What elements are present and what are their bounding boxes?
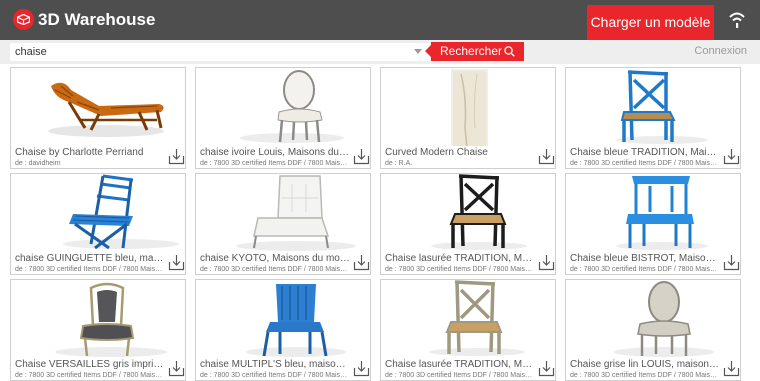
download-icon[interactable] (353, 148, 370, 165)
result-card[interactable]: chaise GUINGUETTE bleu, maisons du monde… (10, 173, 186, 275)
result-title[interactable]: Chaise bleue TRADITION, Maisons du Monde (570, 147, 720, 159)
result-title[interactable]: Chaise bleue BISTROT, Maisons du Monde (570, 253, 720, 265)
download-icon[interactable] (538, 148, 555, 165)
download-icon[interactable] (723, 360, 740, 377)
result-title[interactable]: chaise ivoire Louis, Maisons du Monde (200, 147, 350, 159)
result-card[interactable]: Chaise VERSAILLES gris imprimé, Maisons … (10, 279, 186, 381)
thumb-grey-linen-louis-chair (614, 281, 714, 357)
search-button-label: Rechercher (440, 44, 503, 58)
result-card[interactable]: Chaise lasurée TRADITION, Maisons du Mon… (380, 279, 556, 381)
wifi-menu-icon[interactable] (727, 11, 747, 29)
thumb-blue-cross-back-chair (616, 70, 708, 144)
result-title[interactable]: Chaise lasurée TRADITION, Maisons du Mon… (385, 359, 535, 371)
result-author[interactable]: de : 7800 3D certified Items DDF / 7800 … (385, 371, 535, 380)
thumb-blue-bistro-chair (616, 176, 708, 250)
upload-model-button[interactable]: Charger un modèle (587, 5, 714, 40)
download-icon[interactable] (353, 254, 370, 271)
result-card[interactable]: Chaise bleue TRADITION, Maisons du Monde… (565, 67, 741, 169)
thumb-curved-modern-chaise (451, 69, 488, 146)
result-card[interactable]: chaise KYOTO, Maisons du monde de : 7800… (195, 173, 371, 275)
download-icon[interactable] (168, 254, 185, 271)
thumb-wooden-chaise-longue (48, 82, 164, 137)
download-icon[interactable] (538, 254, 555, 271)
top-bar: 3D Warehouse Charger un modèle (0, 0, 760, 40)
search-button[interactable]: Rechercher (425, 42, 524, 61)
result-author[interactable]: de : 7800 3D certified Items DDF / 7800 … (200, 159, 350, 168)
search-dropdown-arrow-icon[interactable] (414, 49, 422, 54)
thumb-ivory-medallion-chair (240, 70, 344, 143)
brand-name[interactable]: 3D Warehouse (38, 10, 155, 30)
thumb-blue-folding-chair (63, 174, 179, 250)
download-icon[interactable] (723, 254, 740, 271)
download-icon[interactable] (723, 148, 740, 165)
result-title[interactable]: chaise GUINGUETTE bleu, maisons du monde (15, 253, 165, 265)
result-card[interactable]: Chaise grise lin LOUIS, maisons du monde… (565, 279, 741, 381)
result-author[interactable]: de : 7800 3D certified Items DDF / 7800 … (200, 371, 350, 380)
result-author[interactable]: de : 7800 3D certified Items DDF / 7800 … (200, 265, 350, 274)
thumb-black-cross-back-chair (431, 174, 527, 250)
result-title[interactable]: Chaise VERSAILLES gris imprimé, Maisons … (15, 359, 165, 371)
result-title[interactable]: Chaise by Charlotte Perriand (15, 147, 165, 159)
result-author[interactable]: de : 7800 3D certified Items DDF / 7800 … (15, 265, 165, 274)
result-card[interactable]: Chaise bleue BISTROT, Maisons du Monde d… (565, 173, 741, 275)
result-title[interactable]: Chaise grise lin LOUIS, maisons du monde (570, 359, 720, 371)
result-title[interactable]: chaise KYOTO, Maisons du monde (200, 253, 350, 265)
result-card[interactable]: chaise ivoire Louis, Maisons du Monde de… (195, 67, 371, 169)
result-author[interactable]: de : R.A. (385, 159, 535, 168)
search-input[interactable] (10, 43, 430, 61)
result-card[interactable]: Chaise lasurée TRADITION, Maisons du Mon… (380, 173, 556, 275)
box-icon (17, 14, 30, 25)
result-author[interactable]: de : 7800 3D certified Items DDF / 7800 … (385, 265, 535, 274)
result-card[interactable]: chaise MULTIPL'S bleu, maisons du monde … (195, 279, 371, 381)
result-title[interactable]: Chaise lasurée TRADITION, Maisons du Mon… (385, 253, 535, 265)
result-author[interactable]: de : 7800 3D certified Items DDF / 7800 … (15, 371, 165, 380)
result-author[interactable]: de : davidheim (15, 159, 165, 168)
result-author[interactable]: de : 7800 3D certified Items DDF / 7800 … (570, 371, 720, 380)
download-icon[interactable] (168, 148, 185, 165)
download-icon[interactable] (353, 360, 370, 377)
thumb-beige-cross-back-chair (429, 280, 525, 356)
download-icon[interactable] (538, 360, 555, 377)
search-button-pointer (425, 45, 431, 57)
result-title[interactable]: chaise MULTIPL'S bleu, maisons du monde (200, 359, 350, 371)
search-icon (504, 46, 515, 57)
download-icon[interactable] (168, 360, 185, 377)
login-link[interactable]: Connexion (694, 45, 747, 57)
result-card[interactable]: Chaise by Charlotte Perriand de : davidh… (10, 67, 186, 169)
result-author[interactable]: de : 7800 3D certified Items DDF / 7800 … (570, 159, 720, 168)
3d-warehouse-logo-icon[interactable] (13, 9, 34, 30)
thumb-white-padded-chair (236, 175, 356, 251)
result-author[interactable]: de : 7800 3D certified Items DDF / 7800 … (570, 265, 720, 274)
result-title[interactable]: Curved Modern Chaise (385, 147, 535, 159)
result-card[interactable]: Curved Modern Chaise de : R.A. (380, 67, 556, 169)
thumb-blue-metal-chair (246, 284, 346, 357)
thumb-grey-versailles-chair (55, 282, 167, 357)
